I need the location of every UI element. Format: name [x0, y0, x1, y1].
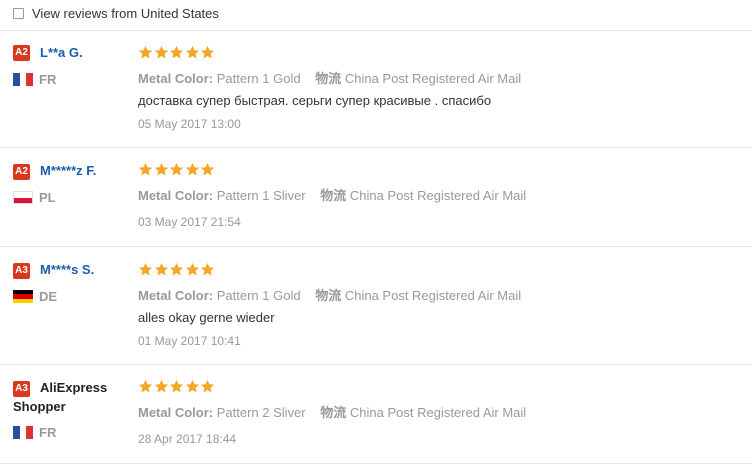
- order-info: Metal Color: Pattern 1 Sliver 物流 China P…: [138, 185, 526, 204]
- filter-us-reviews[interactable]: View reviews from United States: [13, 4, 219, 22]
- review-date: 28 Apr 2017 18:44: [138, 432, 237, 446]
- divider: [0, 30, 752, 31]
- shipping-value: China Post Registered Air Mail: [349, 405, 527, 420]
- reviewer-country: DE: [13, 289, 57, 304]
- buyer-level-badge: A2: [13, 45, 30, 61]
- shipping-label: 物流: [315, 71, 342, 86]
- shipping-value: China Post Registered Air Mail: [344, 71, 522, 86]
- metal-color-value: Pattern 1 Sliver: [216, 188, 306, 203]
- shipping-label: 物流: [315, 288, 342, 303]
- divider: [0, 364, 752, 365]
- reviewer-country: FR: [13, 72, 56, 87]
- star-icon: [154, 45, 168, 59]
- shipping-label: 物流: [320, 188, 347, 203]
- star-rating: [138, 162, 216, 177]
- star-icon: [138, 262, 153, 276]
- metal-color-label: Metal Color:: [138, 71, 214, 86]
- star-rating: [138, 379, 216, 394]
- review-comment: доставка супер быстрая. серьги супер кра…: [138, 93, 492, 108]
- country-code: FR: [39, 72, 57, 87]
- metal-color-value: Pattern 2 Sliver: [216, 405, 306, 420]
- divider: [0, 147, 752, 148]
- order-info: Metal Color: Pattern 1 Gold 物流 China Pos…: [138, 68, 521, 87]
- divider: [0, 463, 752, 464]
- review-date: 03 May 2017 21:54: [138, 215, 241, 229]
- star-icon: [138, 45, 153, 59]
- review-comment: alles okay gerne wieder: [138, 310, 275, 325]
- star-icon: [200, 262, 215, 276]
- country-code: FR: [39, 425, 57, 440]
- france-flag-icon: [13, 426, 33, 439]
- metal-color-value: Pattern 1 Gold: [216, 71, 301, 86]
- star-icon: [154, 262, 168, 276]
- reviewer-country: FR: [13, 425, 56, 440]
- star-icon: [200, 162, 215, 176]
- germany-flag-icon: [13, 290, 33, 303]
- buyer-level-badge: A2: [13, 164, 30, 180]
- star-icon: [169, 162, 184, 176]
- shipping-value: China Post Registered Air Mail: [344, 288, 522, 303]
- star-icon: [200, 379, 215, 393]
- reviewer-country: PL: [13, 190, 56, 205]
- star-icon: [185, 45, 199, 59]
- order-info: Metal Color: Pattern 1 Gold 物流 China Pos…: [138, 285, 521, 304]
- star-icon: [154, 379, 168, 393]
- filter-checkbox[interactable]: [13, 7, 24, 19]
- star-icon: [185, 262, 199, 276]
- star-rating: [138, 45, 216, 60]
- shipping-label: 物流: [320, 405, 347, 420]
- star-icon: [169, 45, 184, 59]
- france-flag-icon: [13, 73, 33, 86]
- star-icon: [185, 162, 199, 176]
- star-rating: [138, 262, 216, 277]
- metal-color-value: Pattern 1 Gold: [216, 288, 301, 303]
- star-icon: [154, 162, 168, 176]
- reviewer-name[interactable]: M*****z F.: [40, 163, 96, 178]
- star-icon: [169, 379, 184, 393]
- metal-color-label: Metal Color:: [138, 188, 214, 203]
- star-icon: [169, 262, 184, 276]
- reviewer-name[interactable]: M****s S.: [40, 262, 94, 277]
- order-info: Metal Color: Pattern 2 Sliver 物流 China P…: [138, 402, 526, 421]
- reviewer-name[interactable]: L**a G.: [40, 45, 83, 60]
- divider: [0, 246, 752, 247]
- star-icon: [200, 45, 215, 59]
- country-code: PL: [39, 190, 56, 205]
- poland-flag-icon: [13, 191, 33, 204]
- country-code: DE: [39, 289, 58, 304]
- filter-label[interactable]: View reviews from United States: [32, 6, 219, 21]
- review-date: 05 May 2017 13:00: [138, 117, 241, 131]
- buyer-level-badge: A3: [13, 263, 30, 279]
- star-icon: [138, 162, 153, 176]
- metal-color-label: Metal Color:: [138, 405, 214, 420]
- reviewer-name[interactable]: AliExpress Shopper: [13, 378, 123, 416]
- star-icon: [185, 379, 199, 393]
- star-icon: [138, 379, 153, 393]
- metal-color-label: Metal Color:: [138, 288, 214, 303]
- shipping-value: China Post Registered Air Mail: [349, 188, 527, 203]
- review-date: 01 May 2017 10:41: [138, 334, 241, 348]
